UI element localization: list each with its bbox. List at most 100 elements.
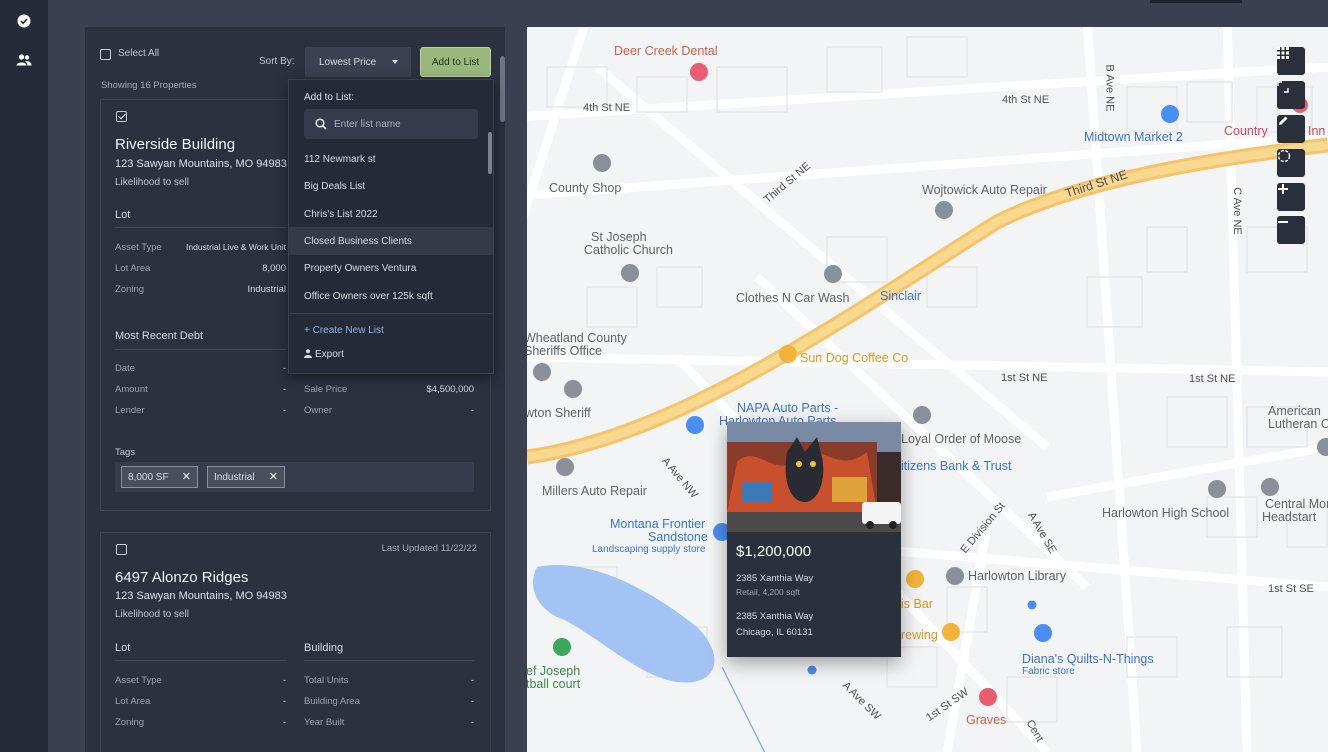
map-poi-label[interactable]: Diana's Quilts-N-Things [1022,652,1154,666]
panel-scrollbar[interactable] [500,56,505,122]
debt-heading: Most Recent Debt [115,330,204,342]
sort-by-label: Sort By: [259,56,295,67]
dropdown-list-item[interactable]: Big Deals List [289,172,493,200]
map-poi-label[interactable]: Montana Frontier [610,517,705,531]
year-built-value: - [470,717,474,728]
circle-icon [1277,149,1291,163]
side-nav [0,0,48,752]
list-name-search-input[interactable]: Enter list name [304,109,478,139]
map-poi-label[interactable]: Midtown Market 2 [1084,130,1183,144]
building-heading: Building [304,642,344,654]
dropdown-list-item[interactable]: Property Owners Ventura [289,254,493,282]
map-poi-label[interactable]: Harlowton High School [1102,506,1229,520]
map-poi-label[interactable]: Central Montan [1265,497,1328,511]
map-poi-label[interactable]: Wheatland County [527,331,627,345]
radius-button[interactable] [1277,149,1305,177]
map-poi-label[interactable]: Country [1224,124,1268,138]
zoning-value: Industrial [247,284,286,295]
popup-price: $1,200,000 [736,543,812,560]
map-poi-label[interactable]: Loyal Order of Moose [901,432,1021,446]
map-poi-label[interactable]: ef Joseph [527,664,580,678]
map-poi-label[interactable]: Graves [966,713,1006,727]
property-popup[interactable]: $1,200,000 2385 Xanthia Way Retail, 4,20… [727,422,901,657]
divider [289,313,493,314]
map-view[interactable]: Deer Creek Dental Midtown Market 2 Count… [527,27,1328,752]
map-poi-label[interactable]: is Bar [901,597,933,611]
tags-field[interactable]: 8,000 SF ✕ Industrial ✕ [115,462,474,492]
check-circle-icon[interactable] [14,11,34,31]
zoom-out-button[interactable] [1277,216,1305,244]
zoom-in-button[interactable] [1277,183,1305,211]
map-poi-label[interactable]: Wojtowick Auto Repair [922,183,1047,197]
street-label: 4th St NE [583,102,631,114]
users-icon[interactable] [14,50,34,70]
tags-label: Tags [115,447,136,458]
map-poi-label[interactable]: itizens Bank & Trust [901,459,1011,473]
dropdown-list-item[interactable]: Office Owners over 125k sqft [289,282,493,310]
dropdown-list-item[interactable]: 112 Newmark st [289,145,493,173]
building-area-label: Building Area [304,696,360,707]
divider [304,660,474,661]
street-label: 4th St NE [1002,94,1050,106]
showing-count: Showing 16 Properties [101,80,197,91]
top-bar-fragment [1150,0,1242,3]
fullscreen-button[interactable] [1277,81,1305,109]
date-value: - [282,363,286,374]
property-photo [727,422,901,532]
search-icon [315,118,327,133]
popup-address: 2385 Xanthia Way [736,573,814,584]
dropdown-scrollbar[interactable] [488,132,492,174]
map-poi-label[interactable]: Sun Dog Coffee Co [800,351,908,365]
map-poi-label[interactable]: Catholic Church [584,243,673,257]
map-poi-label[interactable]: St Joseph [591,230,647,244]
property-checkbox[interactable] [116,111,127,122]
property-address: 123 Sawyan Mountains, MO 94983 [115,158,287,170]
property-title[interactable]: Riverside Building [115,136,235,153]
asset-type-label: Asset Type [115,242,162,253]
grid-icon [1277,47,1289,59]
map-poi-label[interactable]: Lutheran Chu [1268,417,1328,431]
map-poi-label[interactable]: Inn [1308,124,1325,138]
map-poi-label[interactable]: wton Sheriff [527,406,591,420]
zoning-label: Zoning [115,717,145,728]
map-poi-label[interactable]: Millers Auto Repair [542,484,647,498]
lot-area-label: Lot Area [115,263,151,274]
map-layers-button[interactable] [1277,47,1305,75]
close-icon[interactable]: ✕ [182,470,191,483]
divider [115,349,287,350]
add-to-list-button[interactable]: Add to List [420,47,491,77]
tag-label: 8,000 SF [128,471,169,483]
map-poi-label[interactable]: Harlowton Library [968,569,1066,583]
total-units-label: Total Units [304,675,349,686]
tag-label: Industrial [214,471,255,483]
property-checkbox[interactable] [116,544,127,555]
close-icon[interactable]: ✕ [269,470,278,483]
map-poi-label[interactable]: rewing [901,628,938,642]
dropdown-list-item[interactable]: Chris's List 2022 [289,200,493,228]
export-button[interactable]: Export [289,340,493,368]
dropdown-list-item[interactable]: Closed Business Clients [289,227,493,255]
map-poi-label[interactable]: Headstart [1262,510,1316,524]
map-poi-label[interactable]: Sinclair [880,289,921,303]
map-poi-label[interactable]: Sheriffs Office [527,344,602,358]
sort-select[interactable]: Lowest Price [305,47,411,77]
map-poi-label[interactable]: NAPA Auto Parts - [737,401,838,415]
map-poi-label[interactable]: American [1268,404,1321,418]
map-poi-label[interactable]: County Shop [549,181,621,195]
map-poi-label[interactable]: Clothes N Car Wash [736,291,849,305]
lot-heading: Lot [115,209,131,221]
map-poi-label[interactable]: Sandstone [648,530,708,544]
property-title[interactable]: 6497 Alonzo Ridges [115,569,248,586]
map-poi-label[interactable]: Landscaping supply store [592,544,705,555]
zoning-label: Zoning [115,284,145,295]
property-card[interactable]: Last Updated 11/22/22 6497 Alonzo Ridges… [100,532,491,752]
asset-type-value: Industrial Live & Work Unit [186,242,286,252]
map-poi-label[interactable]: Fabric store [1022,666,1075,677]
select-all-checkbox[interactable] [100,49,111,60]
map-poi-label[interactable]: tball court [527,677,580,691]
draw-button[interactable] [1277,115,1305,143]
likelihood-label: Likelihood to sell [115,177,189,188]
sale-price-value: $4,500,000 [426,384,474,395]
map-poi-label[interactable]: Deer Creek Dental [614,44,718,58]
total-units-value: - [470,675,474,686]
